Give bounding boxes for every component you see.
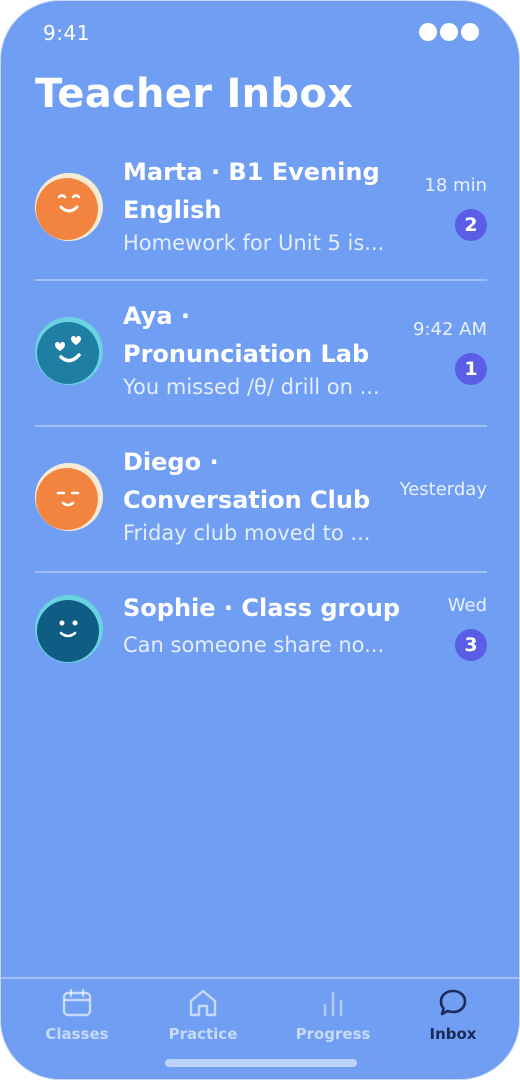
phone-screen: 9:41 Teacher Inbox Marta · B1 Evening En…	[0, 0, 520, 1080]
thread-time: 18 min	[424, 175, 487, 196]
thread-preview: Can someone share no...	[123, 633, 385, 657]
tab-label: Progress	[295, 1025, 371, 1043]
thread-item-diego[interactable]: Diego · Conversation Club Friday club mo…	[35, 427, 487, 573]
unread-badge: 1	[455, 353, 487, 385]
home-icon	[189, 989, 217, 1017]
thread-name: Aya · Pronunciation Lab	[123, 302, 370, 368]
thread-time: Yesterday	[399, 479, 487, 500]
status-indicators	[419, 23, 479, 41]
content-face-icon	[35, 463, 103, 531]
thread-list: Marta · B1 Evening English Homework for …	[35, 137, 487, 683]
thread-preview: Friday club moved to ...	[123, 521, 371, 545]
thread-name: Marta · B1 Evening English	[123, 158, 380, 224]
tab-label: Practice	[168, 1025, 238, 1043]
bar-chart-icon	[323, 991, 343, 1017]
status-dot	[461, 23, 479, 41]
home-indicator[interactable]	[165, 1059, 357, 1067]
tab-practice[interactable]: Practice	[148, 987, 258, 1049]
heart-eyes-face-icon	[35, 317, 103, 385]
smiling-face-icon	[35, 173, 103, 241]
status-bar: 9:41	[1, 1, 519, 65]
tab-classes[interactable]: Classes	[22, 987, 132, 1049]
thread-time: Wed	[447, 595, 487, 616]
page-title: Teacher Inbox	[35, 71, 354, 117]
calendar-icon	[62, 988, 92, 1017]
thread-item-sophie[interactable]: Sophie · Class group Can someone share n…	[35, 573, 487, 683]
tab-label: Inbox	[429, 1025, 477, 1043]
status-dot	[419, 23, 437, 41]
thread-time: 9:42 AM	[413, 319, 487, 340]
thread-preview: Homework for Unit 5 is...	[123, 231, 385, 255]
status-dot	[440, 23, 458, 41]
thread-preview: You missed /θ/ drill on ...	[123, 375, 380, 399]
tab-inbox[interactable]: Inbox	[398, 987, 508, 1049]
thread-name: Sophie · Class group	[123, 594, 401, 622]
calm-face-icon	[35, 595, 103, 663]
status-time: 9:41	[43, 21, 90, 45]
tab-bar: Classes Practice Progress Inbox	[1, 977, 519, 1079]
thread-item-marta[interactable]: Marta · B1 Evening English Homework for …	[35, 137, 487, 281]
thread-item-aya[interactable]: Aya · Pronunciation Lab You missed /θ/ d…	[35, 281, 487, 427]
tab-progress[interactable]: Progress	[278, 987, 388, 1049]
thread-name: Diego · Conversation Club	[123, 448, 371, 514]
chat-bubble-icon	[439, 989, 467, 1016]
unread-badge: 3	[455, 629, 487, 661]
tab-label: Classes	[45, 1025, 109, 1043]
unread-badge: 2	[455, 209, 487, 241]
